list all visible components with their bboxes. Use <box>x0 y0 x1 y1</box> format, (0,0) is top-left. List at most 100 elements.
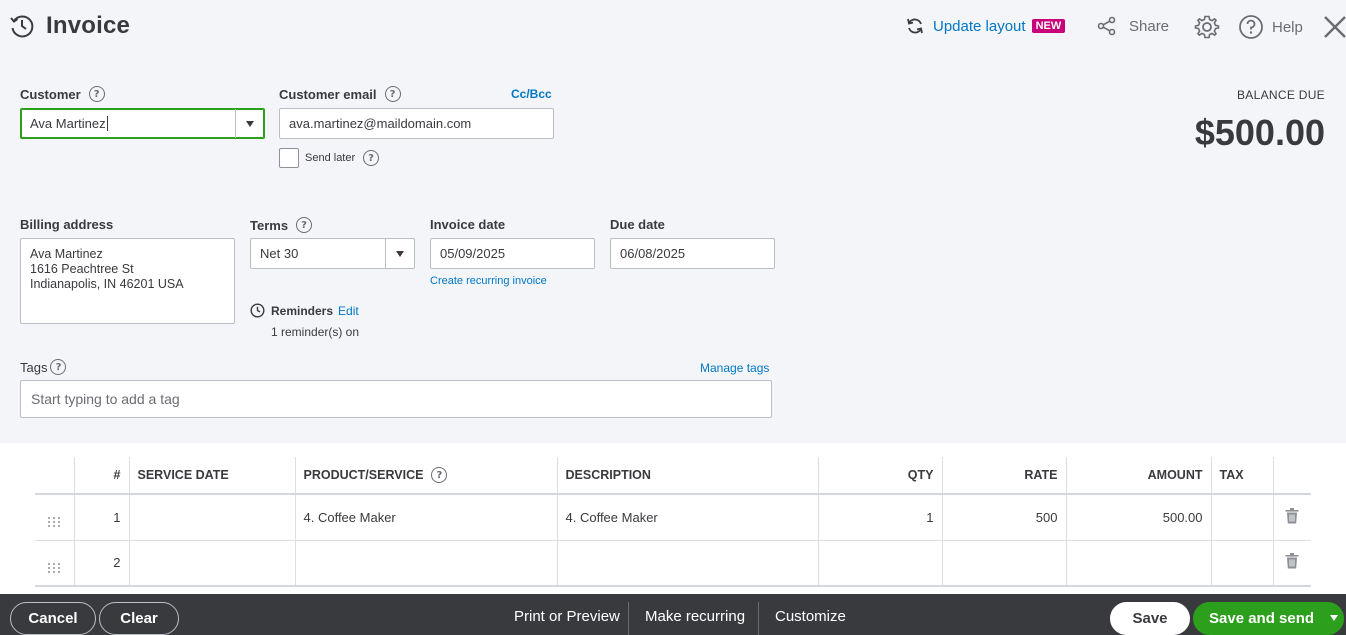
balance-due-amount: $500.00 <box>1194 112 1325 153</box>
cell-tax[interactable] <box>1211 494 1274 541</box>
cell-rate[interactable]: 500 <box>942 494 1067 541</box>
billing-line: 1616 Peachtree St <box>30 262 134 276</box>
terms-dropdown-button[interactable] <box>385 239 414 268</box>
drag-handle[interactable] <box>35 494 75 541</box>
customer-value: Ava Martinez <box>30 116 106 131</box>
gear-icon <box>1194 15 1220 39</box>
clock-icon <box>250 303 265 318</box>
cc-bcc-link[interactable]: Cc/Bcc <box>511 87 552 101</box>
update-layout-button[interactable]: Update layout NEW <box>905 16 1066 36</box>
delete-row-button[interactable] <box>1273 494 1311 541</box>
customer-email-label: Customer email ? <box>279 86 401 102</box>
table-header-row: # SERVICE DATE PRODUCT/SERVICE? DESCRIPT… <box>35 457 1311 495</box>
billing-address-field[interactable]: Ava Martinez 1616 Peachtree St Indianapo… <box>20 238 235 324</box>
customer-email-value: ava.martinez@maildomain.com <box>289 116 472 131</box>
help-circle-icon[interactable]: ? <box>88 86 105 102</box>
new-badge: NEW <box>1031 19 1066 33</box>
tags-input[interactable]: Start typing to add a tag <box>20 380 772 418</box>
invoice-date-field[interactable]: 05/09/2025 <box>430 238 595 269</box>
text-cursor <box>106 116 108 131</box>
cell-service-date[interactable] <box>129 494 296 541</box>
chevron-down-icon <box>396 250 404 257</box>
cancel-button[interactable]: Cancel <box>10 602 96 635</box>
manage-tags-link[interactable]: Manage tags <box>700 361 769 375</box>
delete-row-button[interactable] <box>1273 540 1311 587</box>
save-and-send-button[interactable]: Save and send <box>1193 602 1344 635</box>
terms-label: Terms ? <box>250 217 313 233</box>
help-circle-icon[interactable]: ? <box>384 86 401 102</box>
help-circle-icon[interactable]: ? <box>296 217 313 233</box>
customer-select[interactable]: Ava Martinez <box>20 108 265 139</box>
cell-amount[interactable] <box>1066 540 1212 587</box>
page-title: Invoice <box>46 12 131 39</box>
update-layout-label: Update layout <box>933 17 1026 35</box>
tags-placeholder: Start typing to add a tag <box>31 391 180 407</box>
customer-label-text: Customer <box>20 86 81 102</box>
help-icon <box>1239 15 1263 39</box>
reminders-edit-link[interactable]: Edit <box>338 304 359 318</box>
invoice-date-value: 05/09/2025 <box>440 246 506 261</box>
settings-button[interactable] <box>1194 14 1220 43</box>
share-icon <box>1097 16 1116 36</box>
save-button[interactable]: Save <box>1110 602 1190 635</box>
help-circle-icon[interactable]: ? <box>431 467 448 483</box>
customer-email-label-text: Customer email <box>279 86 377 102</box>
help-circle-icon[interactable]: ? <box>50 359 67 375</box>
share-button[interactable]: Share <box>1097 16 1169 36</box>
create-recurring-invoice-link[interactable]: Create recurring invoice <box>430 275 547 287</box>
customize-button[interactable]: Customize <box>775 608 846 625</box>
cell-service-date[interactable] <box>129 540 296 587</box>
help-circle-icon[interactable]: ? <box>363 150 379 166</box>
col-header-number: # <box>74 457 130 495</box>
customer-email-field[interactable]: ava.martinez@maildomain.com <box>279 108 554 139</box>
share-label: Share <box>1129 17 1170 35</box>
terms-select[interactable]: Net 30 <box>250 238 415 269</box>
footer-divider <box>758 602 759 635</box>
help-button[interactable]: Help <box>1238 14 1303 40</box>
table-row[interactable]: 2 <box>35 540 1311 587</box>
cell-tax[interactable] <box>1211 540 1274 587</box>
due-date-field[interactable]: 06/08/2025 <box>610 238 775 269</box>
cell-description[interactable]: 4. Coffee Maker <box>557 494 819 541</box>
drag-handle[interactable] <box>35 540 75 587</box>
line-items-section: # SERVICE DATE PRODUCT/SERVICE? DESCRIPT… <box>0 443 1346 594</box>
tags-label: Tags ? <box>20 359 67 375</box>
cell-product-service[interactable]: 4. Coffee Maker <box>295 494 558 541</box>
refresh-icon <box>907 18 923 34</box>
cell-description[interactable] <box>557 540 819 587</box>
line-items-table: # SERVICE DATE PRODUCT/SERVICE? DESCRIPT… <box>35 457 1311 587</box>
customer-dropdown-button[interactable] <box>235 109 264 138</box>
invoice-date-label: Invoice date <box>430 217 506 232</box>
print-preview-button[interactable]: Print or Preview <box>514 608 620 625</box>
close-icon <box>1324 16 1346 38</box>
trash-icon <box>1285 553 1299 569</box>
make-recurring-button[interactable]: Make recurring <box>645 608 745 625</box>
cell-product-service[interactable] <box>295 540 558 587</box>
send-later-checkbox[interactable] <box>279 148 299 168</box>
col-header-product-service: PRODUCT/SERVICE? <box>295 457 558 495</box>
billing-line: Indianapolis, IN 46201 USA <box>30 277 184 291</box>
footer-bar: Cancel Clear Print or Preview Make recur… <box>0 594 1346 635</box>
chevron-down-icon <box>1330 615 1338 621</box>
col-header-qty: QTY <box>818 457 943 495</box>
terms-label-text: Terms <box>250 217 289 233</box>
clear-button[interactable]: Clear <box>99 602 179 635</box>
cell-qty[interactable]: 1 <box>818 494 943 541</box>
due-date-label: Due date <box>610 217 665 232</box>
billing-address-label: Billing address <box>20 217 114 232</box>
drag-handle-icon <box>47 517 61 528</box>
cell-amount[interactable]: 500.00 <box>1066 494 1212 541</box>
help-label: Help <box>1272 18 1303 36</box>
cell-number: 2 <box>74 540 130 587</box>
close-button[interactable] <box>1322 14 1346 43</box>
recent-history-icon[interactable] <box>8 12 36 40</box>
cell-qty[interactable] <box>818 540 943 587</box>
delete-header <box>1273 457 1311 495</box>
table-row[interactable]: 1 4. Coffee Maker 4. Coffee Maker 1 500 … <box>35 494 1311 541</box>
reminders-row: Reminders Edit <box>250 303 359 318</box>
col-header-description: DESCRIPTION <box>557 457 819 495</box>
col-header-product-service-text: PRODUCT/SERVICE <box>303 468 424 482</box>
save-options-dropdown[interactable] <box>1330 615 1338 621</box>
page-header: Invoice Update layout NEW Share Help <box>0 0 1346 58</box>
cell-rate[interactable] <box>942 540 1067 587</box>
